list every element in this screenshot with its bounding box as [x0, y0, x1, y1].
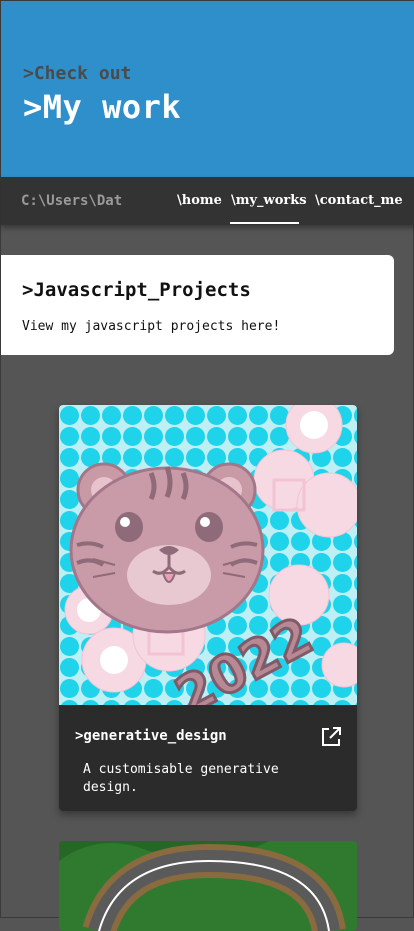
page-title: >My work	[23, 88, 182, 126]
project-thumbnail[interactable]: 2022	[59, 405, 357, 705]
project-description: A customisable generative design.	[83, 762, 279, 795]
active-nav-indicator	[230, 222, 299, 224]
hero-banner: >Check out >My work	[1, 1, 414, 177]
nav-link-contact-me[interactable]: \contact_me	[315, 193, 403, 208]
nav-link-home[interactable]: \home	[177, 193, 222, 208]
nav-link-my-works[interactable]: \my_works	[231, 193, 307, 208]
nav-path: C:\Users\Dat	[21, 193, 123, 209]
project-title: >generative_design	[75, 728, 227, 744]
section-intro-card: >Javascript_Projects View my javascript …	[1, 255, 394, 355]
section-title: >Javascript_Projects	[22, 279, 251, 301]
navbar: C:\Users\Dat \home \my_works \contact_me	[1, 177, 414, 225]
hero-subtitle: >Check out	[23, 63, 132, 84]
project-card: 2022 >generative_design A customisable g…	[59, 405, 357, 811]
external-link-icon[interactable]	[319, 725, 343, 749]
section-description: View my javascript projects here!	[22, 319, 281, 334]
